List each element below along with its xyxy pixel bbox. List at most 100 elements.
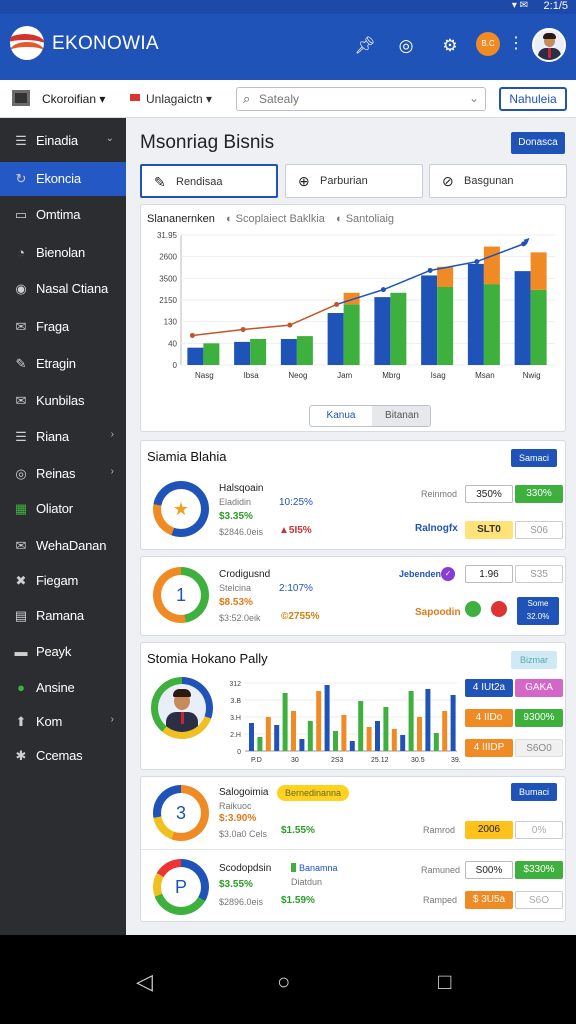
value-pill-2[interactable]: S6O bbox=[515, 891, 563, 909]
item-price: $3.55% bbox=[219, 879, 253, 890]
bar-series-2 bbox=[250, 339, 267, 365]
ring-number: 3 bbox=[161, 793, 201, 833]
tab-parburian[interactable]: ⊕ Parburian bbox=[285, 164, 423, 198]
segment-kanua[interactable]: Kanua bbox=[310, 406, 372, 426]
value-pill[interactable]: $330% bbox=[515, 861, 563, 879]
section-button[interactable]: Samaci bbox=[511, 449, 557, 467]
bar-series-1 bbox=[421, 275, 438, 365]
value-field[interactable]: 2006 bbox=[465, 821, 513, 839]
item-tag: Banamna bbox=[291, 863, 338, 873]
x-tick-label: Nwig bbox=[523, 371, 541, 380]
pin-icon[interactable]: 📌︎ bbox=[354, 36, 376, 56]
user-avatar[interactable] bbox=[532, 28, 566, 62]
sidebar-item-icon: ✉ bbox=[15, 538, 27, 553]
stat-pill[interactable]: 4 IIIDP bbox=[465, 739, 513, 757]
sidebar-item-fiegam[interactable]: ✖ Fiegam bbox=[0, 564, 126, 598]
value-pill[interactable]: S35 bbox=[515, 565, 563, 583]
segment-bitanan[interactable]: Bitanan bbox=[372, 406, 430, 426]
value-field[interactable]: 1.96 bbox=[465, 565, 513, 583]
sidebar-item-oliator[interactable]: ▦ Oliator bbox=[0, 492, 126, 526]
mini-bar bbox=[391, 729, 397, 751]
search-box[interactable]: ⌕ ⌄ bbox=[236, 87, 486, 111]
section-button[interactable]: Bizmar bbox=[511, 651, 557, 669]
sidebar-item-einadia[interactable]: ☰ Einadia ⌄ bbox=[0, 124, 126, 158]
ring-number: 1 bbox=[161, 575, 201, 615]
item-gray: $2896.0eis bbox=[219, 897, 264, 907]
trend-point bbox=[334, 301, 340, 307]
mini-bar bbox=[366, 727, 372, 751]
sidebar-item-ansine[interactable]: ● Ansine bbox=[0, 671, 126, 705]
sidebar-item-nasal-ctiana[interactable]: ◉ Nasal Ctiana bbox=[0, 272, 126, 306]
value-pill-2[interactable]: Some 32.0% bbox=[517, 597, 559, 625]
company-select[interactable]: Ckoroifian ▾ bbox=[42, 92, 105, 106]
item-sub: Eladidin bbox=[219, 497, 252, 507]
flag-icon bbox=[130, 94, 140, 101]
sidebar-item-icon: ✖ bbox=[15, 573, 27, 588]
star-icon: ★ bbox=[161, 489, 201, 529]
status-icons: ▾ ✉ bbox=[511, 0, 528, 11]
mini-bar bbox=[383, 707, 389, 751]
y-tick-label: 3.B bbox=[230, 698, 241, 705]
app-logo[interactable] bbox=[10, 26, 44, 60]
sidebar-item-icon: ✉ bbox=[15, 319, 27, 334]
sidebar-item-reinas[interactable]: ◎ Reinas › bbox=[0, 457, 126, 491]
chart-tab-2[interactable]: ◐ Scoplaiect Baklkia bbox=[226, 213, 325, 225]
value-field-2[interactable]: $ 3U5a bbox=[465, 891, 513, 909]
more-menu-icon[interactable]: ⋮ bbox=[508, 33, 524, 53]
sidebar-item-ramana[interactable]: ▤ Ramana bbox=[0, 599, 126, 633]
value-field[interactable]: 350% bbox=[465, 485, 513, 503]
recent-apps-icon[interactable]: □ bbox=[438, 969, 451, 995]
sidebar-item-riana[interactable]: ☰ Riana › bbox=[0, 420, 126, 454]
stat-pill[interactable]: GAKA bbox=[515, 679, 563, 697]
chevron-icon: › bbox=[110, 466, 114, 477]
sidebar-item-wehadanan[interactable]: ✉ WehaDanan bbox=[0, 529, 126, 563]
value-pill[interactable]: 330% bbox=[515, 485, 563, 503]
sidebar-item-icon: ✱ bbox=[15, 748, 27, 763]
stat-pill[interactable]: 4 IIDo bbox=[465, 709, 513, 727]
donate-button[interactable]: Donasca bbox=[511, 132, 565, 154]
chart-tab-3[interactable]: ◐ Santoliaig bbox=[336, 213, 394, 225]
trend-line-segment bbox=[192, 328, 244, 337]
section-button[interactable]: Bumaci bbox=[511, 783, 557, 801]
value-field[interactable]: S00% bbox=[465, 861, 513, 879]
sidebar-item-etragin[interactable]: ✎ Etragin bbox=[0, 347, 126, 381]
section-salogo-card: Bumaci 3 Salogoimia Bernedinanna Raikuoc… bbox=[140, 776, 566, 922]
search-input[interactable] bbox=[259, 91, 459, 107]
item-label: Ramrod bbox=[423, 825, 456, 835]
item-label-2: Ralnogfx bbox=[415, 523, 458, 534]
notification-badge[interactable]: B.C bbox=[476, 32, 500, 56]
back-icon[interactable]: ◁ bbox=[136, 969, 153, 995]
sidebar-item-ekoncia[interactable]: ↻ Ekoncia bbox=[0, 162, 126, 196]
page-title: Msonriag Bisnis bbox=[140, 132, 275, 153]
home-icon[interactable]: ○ bbox=[277, 969, 290, 995]
value-pill-2[interactable]: S06 bbox=[515, 521, 563, 539]
sidebar-item-icon: ☰ bbox=[15, 429, 27, 444]
sidebar-item-omtima[interactable]: ▭ Omtima bbox=[0, 198, 126, 232]
stat-pill[interactable]: 4 IUt2a bbox=[465, 679, 513, 697]
sidebar-item-ccemas[interactable]: ✱ Ccemas bbox=[0, 739, 126, 773]
sidebar-item-icon: ◉ bbox=[15, 281, 27, 296]
stat-pill[interactable]: S6O0 bbox=[515, 739, 563, 757]
chart-tab-1[interactable]: Slananernken bbox=[147, 213, 215, 225]
chevron-down-icon[interactable]: ⌄ bbox=[469, 91, 479, 105]
sidebar-item-label: Kom bbox=[36, 714, 63, 729]
sidebar-item-bienolan[interactable]: ◔ Bienolan bbox=[0, 236, 126, 270]
sidebar-item-kunbilas[interactable]: ✉ Kunbilas bbox=[0, 384, 126, 418]
value-pill[interactable]: 0% bbox=[515, 821, 563, 839]
language-select[interactable]: Unlagaictn ▾ bbox=[146, 92, 212, 106]
stat-pill[interactable]: 9300% bbox=[515, 709, 563, 727]
sidebar-item-icon: ◔ bbox=[17, 245, 25, 260]
sidebar-item-fraga[interactable]: ✉ Fraga bbox=[0, 310, 126, 344]
tab-rendisaa[interactable]: ✎ Rendisaa bbox=[140, 164, 278, 198]
value-field-2[interactable]: SLT0 bbox=[465, 521, 513, 539]
gear-icon[interactable]: ⚙ bbox=[440, 36, 460, 56]
chart-segment-control: Kanua Bitanan bbox=[309, 405, 431, 427]
sidebar-item-peayk[interactable]: ▬ Peayk bbox=[0, 635, 126, 669]
tab-basgunan[interactable]: ⊘ Basgunan bbox=[429, 164, 567, 198]
trend-point bbox=[427, 267, 433, 273]
sidebar-item-kom[interactable]: ⬆ Kom › bbox=[0, 705, 126, 739]
sidebar-item-label: Kunbilas bbox=[36, 393, 85, 408]
owl-icon[interactable]: ◎ bbox=[396, 36, 416, 56]
sidebar-item-label: Ansine bbox=[36, 680, 75, 695]
toolbar-action-button[interactable]: Nahuleia bbox=[499, 87, 567, 111]
